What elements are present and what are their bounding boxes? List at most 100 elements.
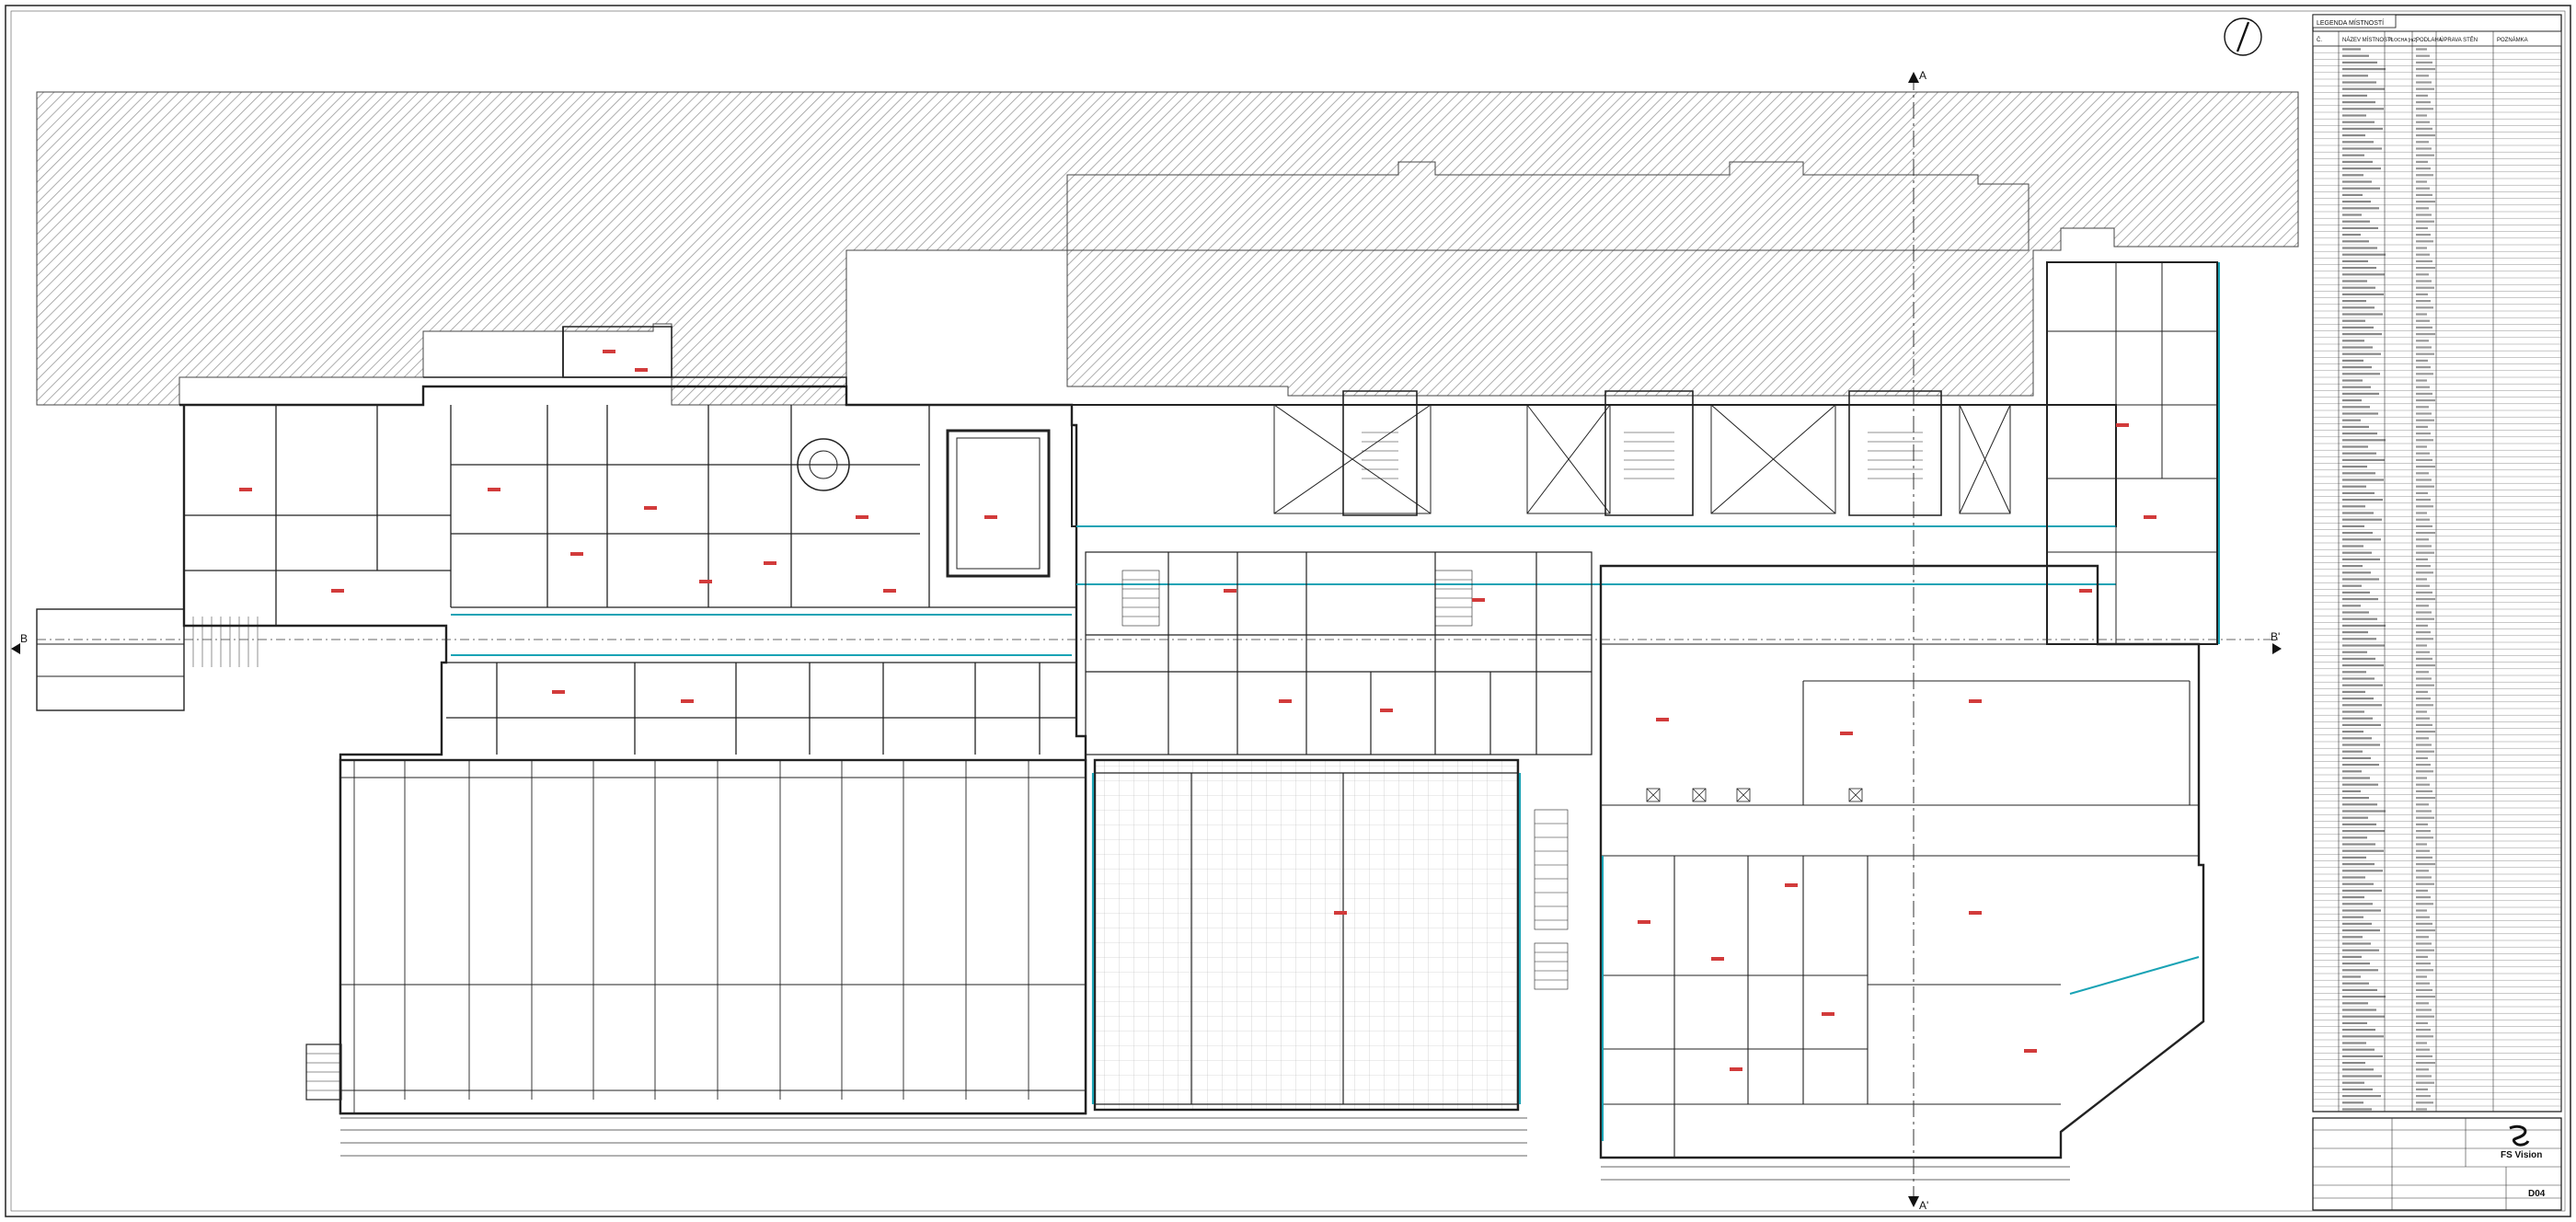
legend-row-text-mark	[2342, 167, 2381, 170]
legend-row-text-mark	[2416, 863, 2435, 866]
legend-row-text-mark	[2342, 816, 2368, 819]
legend-row-text-mark	[2416, 750, 2434, 753]
legend-row-text-mark	[2342, 1015, 2385, 1018]
legend-row-text-mark	[2416, 955, 2428, 958]
legend-row-text-mark	[2342, 373, 2380, 375]
legend-row-text-mark	[2416, 982, 2430, 985]
legend-row-text-mark	[2342, 491, 2375, 494]
legend-row-text-mark	[2342, 1009, 2376, 1011]
legend-row-text-mark	[2416, 472, 2429, 475]
legend-row-text-mark	[2342, 48, 2361, 51]
legend-row-text-mark	[2416, 193, 2432, 196]
legend-row-text-mark	[2342, 737, 2372, 740]
legend-row-text-mark	[2416, 558, 2428, 560]
legend-row-text-mark	[2342, 478, 2384, 481]
legend-row-text-mark	[2416, 942, 2432, 945]
legend-row-text-mark	[2342, 518, 2382, 521]
legend-row-text-mark	[2416, 605, 2429, 607]
legend-row-text-mark	[2416, 114, 2427, 117]
legend-row-text-mark	[2342, 584, 2362, 587]
legend-row-text-mark	[2342, 286, 2375, 289]
legend-row-text-mark	[2416, 996, 2435, 998]
legend-row-text-mark	[2342, 611, 2369, 614]
legend-row-text-mark	[2416, 293, 2428, 295]
legend-row-text-mark	[2342, 352, 2381, 355]
legend-row-text-mark	[2416, 949, 2434, 951]
floor-plan-sheet: A A' B B' LEGENDA MÍSTNOSTÍ Č. NÁZEV MÍS…	[5, 5, 2571, 1217]
legend-row-text-mark	[2416, 201, 2435, 203]
legend-row-text-mark	[2342, 399, 2362, 402]
legend-row-text-mark	[2342, 988, 2377, 991]
legend-row-text-mark	[2342, 147, 2382, 150]
legend-row-text-mark	[2416, 916, 2430, 918]
legend-row-text-mark	[2416, 571, 2433, 574]
legend-row-text-mark	[2342, 710, 2364, 713]
legend-row-text-mark	[2416, 704, 2433, 707]
legend-row-text-mark	[2416, 737, 2429, 740]
legend-row-text-mark	[2342, 313, 2383, 316]
legend-row-text-mark	[2342, 836, 2367, 839]
legend-row-text-mark	[2342, 267, 2376, 270]
legend-row-text-mark	[2416, 677, 2432, 680]
legend-row-text-mark	[2342, 731, 2363, 733]
legend-row-text-mark	[2342, 969, 2378, 972]
legend-row-text-mark	[2342, 876, 2365, 879]
legend-row-text-mark	[2416, 651, 2430, 653]
legend-row-text-mark	[2342, 201, 2371, 203]
legend-row-text-mark	[2416, 545, 2432, 548]
legend-row-text-mark	[2342, 598, 2378, 601]
legend-row-text-mark	[2416, 836, 2433, 839]
legend-row-text-mark	[2416, 770, 2433, 773]
legend-row-text-mark	[2342, 916, 2363, 918]
legend-row-text-mark	[2416, 466, 2435, 468]
legend-row-text-mark	[2342, 723, 2381, 726]
legend-row-text-mark	[2342, 207, 2379, 210]
legend-row-text-mark	[2342, 326, 2374, 329]
legend-row-text-mark	[2416, 1081, 2434, 1084]
legend-row-text-mark	[2342, 756, 2371, 759]
legend-row-text-mark	[2416, 664, 2435, 667]
legend-row-text-mark	[2342, 432, 2377, 435]
legend-row-text-mark	[2416, 147, 2432, 150]
legend-row-text-mark	[2342, 87, 2385, 90]
legend-row-text-mark	[2342, 234, 2361, 236]
legend-row-text-mark	[2416, 1095, 2431, 1098]
legend-row-text-mark	[2416, 68, 2435, 71]
legend-row-text-mark	[2416, 777, 2427, 779]
legend-row-text-mark	[2416, 445, 2427, 448]
legend-row-text-mark	[2416, 963, 2431, 965]
legend-row-text-mark	[2342, 61, 2377, 63]
legend-row-text-mark	[2416, 300, 2431, 303]
legend-row-text-mark	[2342, 565, 2363, 568]
legend-row-text-mark	[2342, 717, 2373, 720]
legend-row-text-mark	[2416, 876, 2432, 879]
legend-row-text-mark	[2416, 346, 2432, 349]
legend-row-text-mark	[2342, 306, 2375, 309]
north-arrow-icon	[2224, 17, 2262, 56]
legend-row-text-mark	[2416, 744, 2432, 746]
legend-row-text-mark	[2416, 154, 2434, 156]
legend-row-text-mark	[2342, 134, 2365, 137]
legend-row-text-mark	[2416, 399, 2435, 402]
legend-row-text-mark	[2342, 1062, 2365, 1065]
legend-row-text-mark	[2342, 803, 2377, 806]
legend-col-name: NÁZEV MÍSTNOSTI	[2342, 37, 2393, 43]
legend-row-text-mark	[2416, 1002, 2429, 1005]
legend-row-text-mark	[2342, 512, 2374, 514]
legend-row-text-mark	[2342, 571, 2371, 574]
legend-row-text-mark	[2342, 220, 2370, 223]
legend-row-text-mark	[2342, 525, 2364, 527]
legend-row-text-mark	[2416, 969, 2433, 972]
legend-row-text-mark	[2416, 180, 2427, 183]
legend-row-text-mark	[2416, 108, 2433, 110]
legend-row-text-mark	[2342, 425, 2369, 428]
legend-col-no: Č.	[2317, 37, 2322, 43]
legend-row-text-mark	[2342, 558, 2380, 560]
legend-row-text-mark	[2416, 617, 2434, 620]
legend-row-text-mark	[2342, 439, 2386, 442]
legend-row-text-mark	[2416, 499, 2431, 501]
legend-row-text-mark	[2342, 963, 2370, 965]
legend-row-text-mark	[2342, 259, 2368, 262]
legend-row-text-mark	[2342, 419, 2361, 421]
legend-row-text-mark	[2416, 478, 2432, 481]
